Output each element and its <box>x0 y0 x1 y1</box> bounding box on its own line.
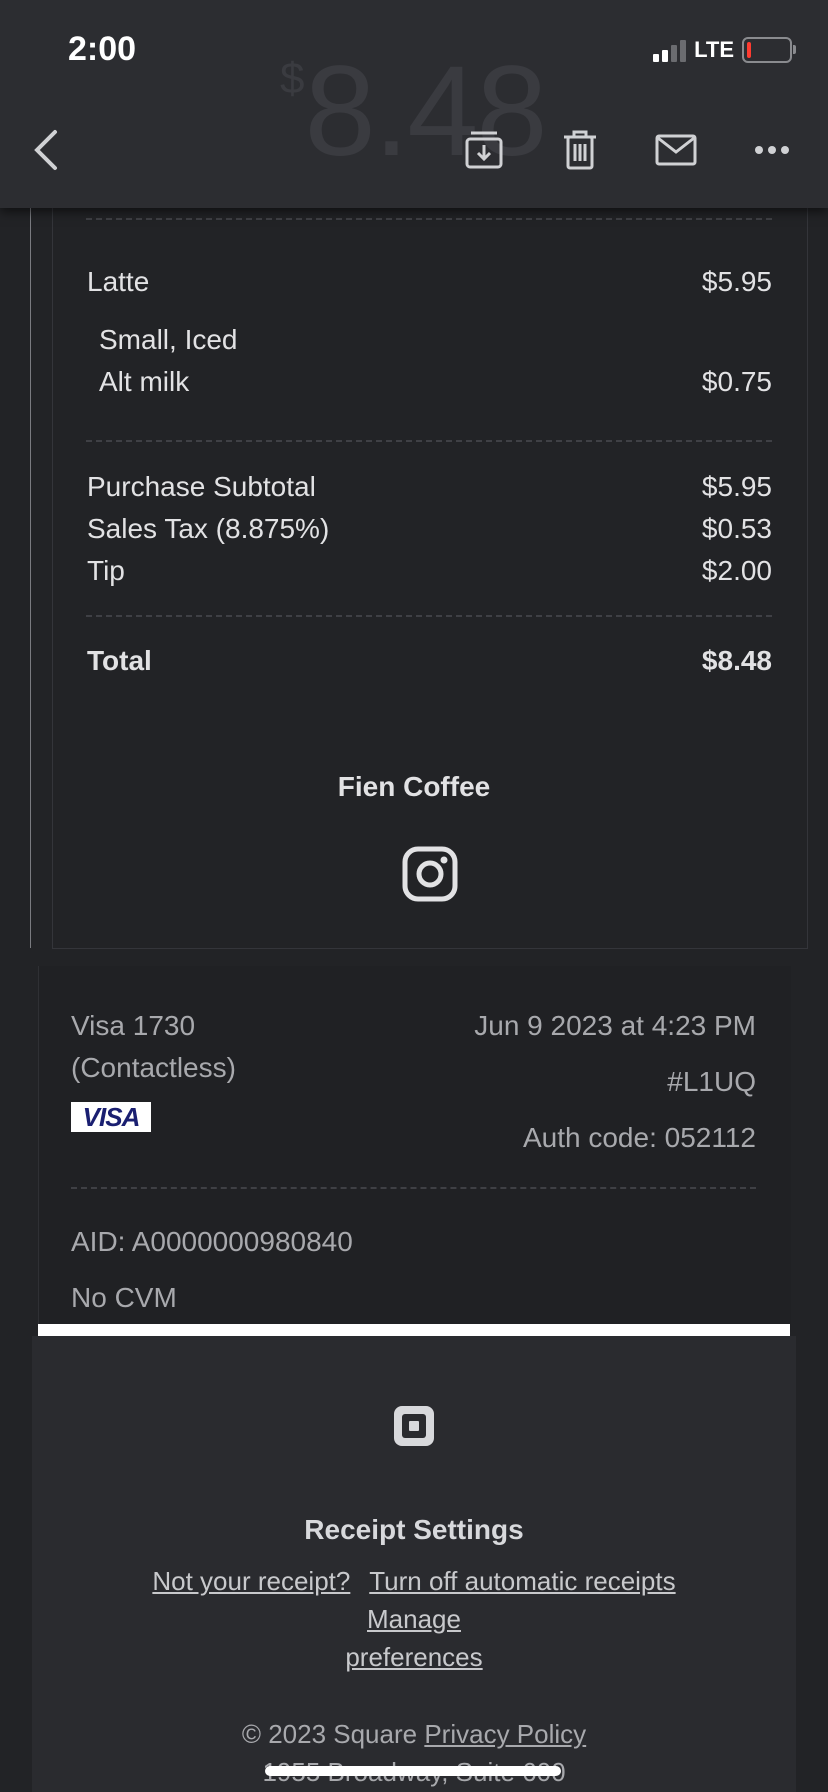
payment-method: (Contactless) <box>71 1052 236 1083</box>
home-indicator[interactable] <box>265 1766 561 1776</box>
receipt-settings-title: Receipt Settings <box>304 1514 524 1545</box>
subtotal-label: Purchase Subtotal <box>87 471 316 502</box>
tip-value: $2.00 <box>701 555 772 586</box>
transaction-datetime: Jun 9 2023 at 4:23 PM <box>474 1010 756 1041</box>
divider <box>86 218 772 220</box>
total-label: Total <box>87 645 152 676</box>
status-indicators: LTE <box>653 36 796 64</box>
divider <box>71 1187 756 1189</box>
archive-icon[interactable] <box>462 128 506 172</box>
copyright-text: © 2023 Square <box>241 1719 418 1749</box>
tax-value: $0.53 <box>701 513 772 544</box>
item-modifier: Small, Iced <box>99 324 238 355</box>
frame-border <box>30 208 31 948</box>
manage-link[interactable]: Manage <box>367 1604 461 1634</box>
receipt-number: #L1UQ <box>667 1066 756 1097</box>
mail-icon[interactable] <box>654 128 698 172</box>
not-your-receipt-link[interactable]: Not your receipt? <box>152 1566 350 1596</box>
manage-link-row: Manage <box>0 1604 828 1635</box>
back-chevron-icon[interactable] <box>24 128 68 172</box>
total-value: $8.48 <box>701 645 772 676</box>
copyright-row: © 2023 Square Privacy Policy <box>0 1719 828 1750</box>
trash-icon[interactable] <box>558 128 602 172</box>
more-icon[interactable] <box>750 128 794 172</box>
store-name: Fien Coffee <box>337 771 491 802</box>
privacy-policy-link[interactable]: Privacy Policy <box>424 1719 586 1749</box>
preferences-link[interactable]: preferences <box>345 1642 482 1672</box>
battery-icon <box>742 37 796 63</box>
status-time: 2:00 <box>68 30 137 68</box>
aid-value: AID: A0000000980840 <box>71 1226 353 1257</box>
preferences-link-row: preferences <box>0 1642 828 1673</box>
square-logo-icon <box>392 1404 436 1448</box>
visa-logo: VISA <box>71 1102 151 1132</box>
mail-toolbar: $8.48 2:00 LTE <box>0 0 828 208</box>
cvm-value: No CVM <box>71 1282 177 1313</box>
auth-code: Auth code: 052112 <box>522 1122 756 1153</box>
card-label: Visa 1730 <box>71 1010 196 1041</box>
receipt-links-row: Not your receipt? Turn off automatic rec… <box>0 1566 828 1597</box>
tip-label: Tip <box>87 555 125 586</box>
divider <box>86 615 772 617</box>
item-modifier-price: $0.75 <box>701 366 772 397</box>
receipt-items-card <box>52 190 808 949</box>
turn-off-receipts-link[interactable]: Turn off automatic receipts <box>369 1566 675 1596</box>
network-label: LTE <box>694 37 734 62</box>
divider <box>86 440 772 442</box>
item-modifier: Alt milk <box>99 366 190 397</box>
signal-icon <box>653 38 687 62</box>
item-price: $5.95 <box>701 266 772 297</box>
tax-label: Sales Tax (8.875%) <box>87 513 330 544</box>
subtotal-value: $5.95 <box>701 471 772 502</box>
item-name: Latte <box>87 266 150 297</box>
receipt-tear-edge <box>38 1324 790 1336</box>
instagram-icon[interactable] <box>402 846 458 902</box>
